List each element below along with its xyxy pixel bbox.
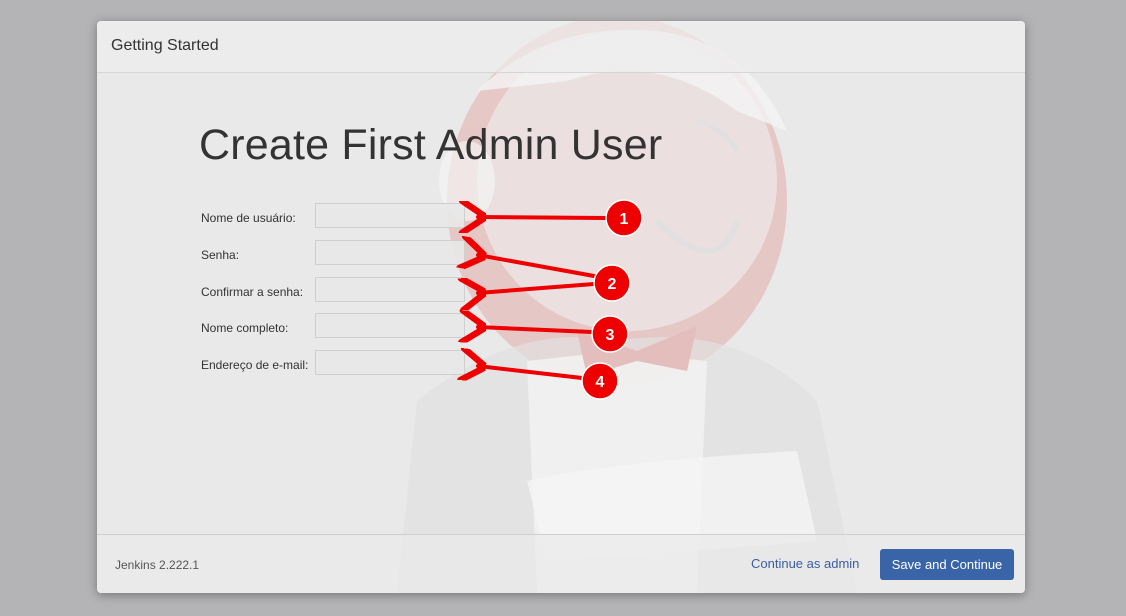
- save-and-continue-button[interactable]: Save and Continue: [880, 549, 1014, 580]
- password-label: Senha:: [201, 248, 240, 262]
- password-input[interactable]: [315, 240, 465, 265]
- dialog-title: Getting Started: [111, 37, 219, 54]
- jenkins-watermark-icon: [397, 21, 857, 593]
- email-label: Endereço de e-mail:: [201, 358, 309, 372]
- confirm-password-input[interactable]: [315, 277, 465, 302]
- setup-wizard-dialog: Getting Started Create First Admin User …: [97, 21, 1025, 593]
- version-label: Jenkins 2.222.1: [115, 558, 200, 572]
- page-title: Create First Admin User: [199, 121, 663, 169]
- username-label: Nome de usuário:: [201, 211, 296, 225]
- fullname-input[interactable]: [315, 313, 465, 338]
- email-input[interactable]: [315, 350, 465, 375]
- confirm-password-label: Confirmar a senha:: [201, 285, 304, 299]
- username-input[interactable]: [315, 203, 465, 228]
- continue-as-admin-button[interactable]: Continue as admin: [751, 556, 859, 571]
- dialog-header: Getting Started: [97, 21, 1025, 73]
- fullname-label: Nome completo:: [201, 321, 289, 335]
- dialog-footer: Jenkins 2.222.1 Continue as admin Save a…: [97, 534, 1025, 593]
